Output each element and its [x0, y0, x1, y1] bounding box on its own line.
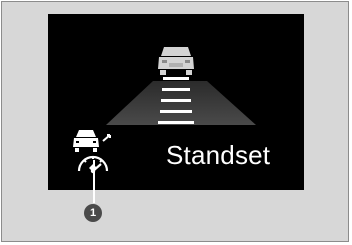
driver-display: Standset	[48, 14, 304, 190]
figure-panel: Standset 1	[1, 1, 349, 242]
distance-bar	[160, 110, 192, 113]
callout-badge: 1	[84, 204, 102, 222]
status-text: Standset	[166, 140, 271, 170]
distance-bar	[158, 121, 194, 124]
road-shape	[106, 81, 256, 125]
callout-line	[93, 160, 95, 203]
distance-bar	[163, 77, 189, 80]
distance-bar	[162, 88, 190, 91]
lead-vehicle-icon	[158, 47, 194, 75]
distance-bar	[161, 99, 191, 102]
